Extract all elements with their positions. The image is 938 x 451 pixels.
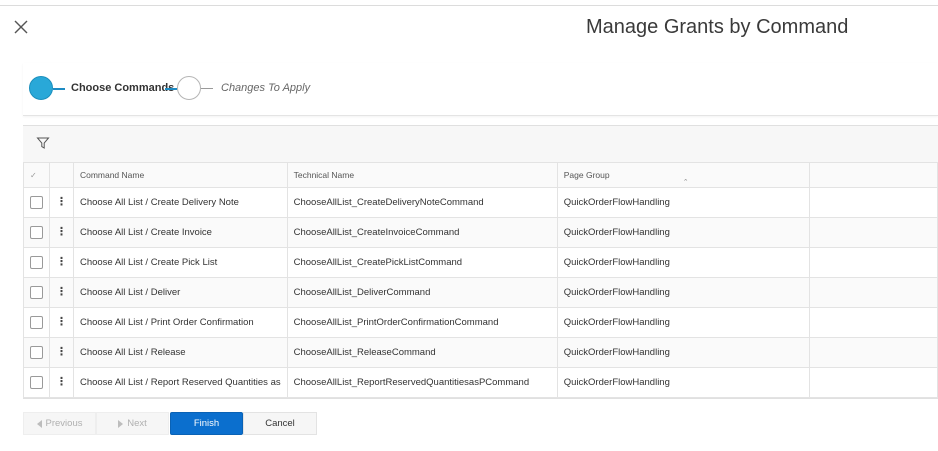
cell-technical-name: ChooseAllList_CreateInvoiceCommand xyxy=(286,217,558,248)
row-menu-cell: ⋮ xyxy=(49,367,74,398)
cell-filler xyxy=(809,217,938,248)
cell-technical-name: ChooseAllList_CreateDeliveryNoteCommand xyxy=(286,187,558,218)
row-select-cell xyxy=(23,307,50,338)
more-options-icon[interactable]: ⋮ xyxy=(56,197,67,208)
cell-page-group: QuickOrderFlowHandling xyxy=(556,247,811,278)
table-row[interactable]: ⋮ Choose All List / Release ChooseAllList_… xyxy=(23,337,938,368)
cell-command-name: Choose All List / Report Reserved Quanti… xyxy=(72,367,288,398)
next-button[interactable]: Next xyxy=(96,412,169,435)
column-header-filler xyxy=(809,162,938,188)
chevron-left-icon xyxy=(36,419,42,428)
row-select-cell xyxy=(23,277,50,308)
row-select-cell xyxy=(23,217,50,248)
more-options-icon[interactable]: ⋮ xyxy=(56,347,67,358)
cell-filler xyxy=(809,337,938,368)
row-checkbox[interactable] xyxy=(30,196,43,209)
cell-technical-name: ChooseAllList_CreatePickListCommand xyxy=(286,247,558,278)
row-menu-cell: ⋮ xyxy=(49,307,74,338)
column-header-page-group-label: Page Group xyxy=(563,170,610,180)
cell-filler xyxy=(809,187,938,218)
next-button-label: Next xyxy=(127,418,147,429)
more-options-icon[interactable]: ⋮ xyxy=(56,317,67,328)
step-indicator-active[interactable] xyxy=(29,76,53,100)
top-divider xyxy=(0,5,938,6)
cell-page-group: QuickOrderFlowHandling xyxy=(556,337,811,368)
row-select-cell xyxy=(23,337,50,368)
cell-filler xyxy=(809,247,938,278)
step-label-choose-commands[interactable]: Choose Commands xyxy=(71,82,174,94)
select-all-header[interactable]: ✓ xyxy=(23,162,50,188)
row-menu-cell: ⋮ xyxy=(49,217,74,248)
table-row[interactable]: ⋮ Choose All List / Report Reserved Quant… xyxy=(23,367,938,398)
cell-command-name: Choose All List / Create Invoice xyxy=(72,217,288,248)
cell-command-name: Choose All List / Create Pick List xyxy=(72,247,288,278)
row-menu-cell: ⋮ xyxy=(49,277,74,308)
more-options-icon[interactable]: ⋮ xyxy=(56,227,67,238)
finish-button[interactable]: Finish xyxy=(170,412,243,435)
row-checkbox[interactable] xyxy=(30,346,43,359)
row-menu-header xyxy=(49,162,74,188)
row-select-cell xyxy=(23,367,50,398)
table-row[interactable]: ⋮ Choose All List / Create Delivery Note C… xyxy=(23,187,938,218)
row-select-cell xyxy=(23,187,50,218)
more-options-icon[interactable]: ⋮ xyxy=(56,287,67,298)
table-row[interactable]: ⋮ Choose All List / Create Invoice ChooseA… xyxy=(23,217,938,248)
column-header-page-group[interactable]: Page Group ⌃ xyxy=(556,162,811,188)
row-menu-cell: ⋮ xyxy=(49,337,74,368)
table-row[interactable]: ⋮ Choose All List / Print Order Confirmat… xyxy=(23,307,938,338)
cell-command-name: Choose All List / Print Order Confirmati… xyxy=(72,307,288,338)
row-menu-cell: ⋮ xyxy=(49,187,74,218)
cell-technical-name: ChooseAllList_PrintOrderConfirmationComm… xyxy=(286,307,558,338)
sort-ascending-icon: ⌃ xyxy=(682,179,689,186)
previous-button-label: Previous xyxy=(45,418,83,429)
finish-button-label: Finish xyxy=(193,418,220,429)
grid-toolbar xyxy=(23,126,938,163)
row-checkbox[interactable] xyxy=(30,376,43,389)
cell-command-name: Choose All List / Create Delivery Note xyxy=(72,187,288,218)
row-checkbox[interactable] xyxy=(30,286,43,299)
cell-filler xyxy=(809,367,938,398)
cell-command-name: Choose All List / Release xyxy=(72,337,288,368)
chevron-right-icon xyxy=(118,419,124,428)
cell-page-group: QuickOrderFlowHandling xyxy=(556,367,811,398)
step-indicator-pending[interactable] xyxy=(177,76,201,100)
cell-page-group: QuickOrderFlowHandling xyxy=(556,187,811,218)
row-checkbox[interactable] xyxy=(30,316,43,329)
step-label-changes-to-apply[interactable]: Changes To Apply xyxy=(221,82,310,94)
table-row[interactable]: ⋮ Choose All List / Deliver ChooseAllList_… xyxy=(23,277,938,308)
filter-icon[interactable] xyxy=(36,136,50,150)
row-select-cell xyxy=(23,247,50,278)
cell-page-group: QuickOrderFlowHandling xyxy=(556,277,811,308)
column-header-technical-name[interactable]: Technical Name xyxy=(286,162,558,188)
previous-button[interactable]: Previous xyxy=(23,412,96,435)
row-checkbox[interactable] xyxy=(30,256,43,269)
dialog-title: Manage Grants by Command xyxy=(586,16,849,38)
cell-technical-name: ChooseAllList_DeliverCommand xyxy=(286,277,558,308)
column-header-command-name[interactable]: Command Name xyxy=(72,162,288,188)
close-icon[interactable] xyxy=(10,16,32,38)
table-header-row: ✓ Command Name Technical Name Page Group… xyxy=(23,162,938,188)
step-connector xyxy=(201,88,213,89)
cell-page-group: QuickOrderFlowHandling xyxy=(556,217,811,248)
cancel-button[interactable]: Cancel xyxy=(243,412,317,435)
cell-page-group: QuickOrderFlowHandling xyxy=(556,307,811,338)
step-connector xyxy=(165,88,177,90)
more-options-icon[interactable]: ⋮ xyxy=(56,257,67,268)
more-options-icon[interactable]: ⋮ xyxy=(56,377,67,388)
table-row[interactable]: ⋮ Choose All List / Create Pick List Choos… xyxy=(23,247,938,278)
cell-filler xyxy=(809,277,938,308)
commands-table: ✓ Command Name Technical Name Page Group… xyxy=(23,162,938,398)
cancel-button-label: Cancel xyxy=(265,418,295,429)
row-checkbox[interactable] xyxy=(30,226,43,239)
cell-command-name: Choose All List / Deliver xyxy=(72,277,288,308)
cell-technical-name: ChooseAllList_ReportReservedQuantitiesas… xyxy=(286,367,558,398)
cell-technical-name: ChooseAllList_ReleaseCommand xyxy=(286,337,558,368)
row-menu-cell: ⋮ xyxy=(49,247,74,278)
cell-filler xyxy=(809,307,938,338)
step-connector xyxy=(53,88,65,90)
